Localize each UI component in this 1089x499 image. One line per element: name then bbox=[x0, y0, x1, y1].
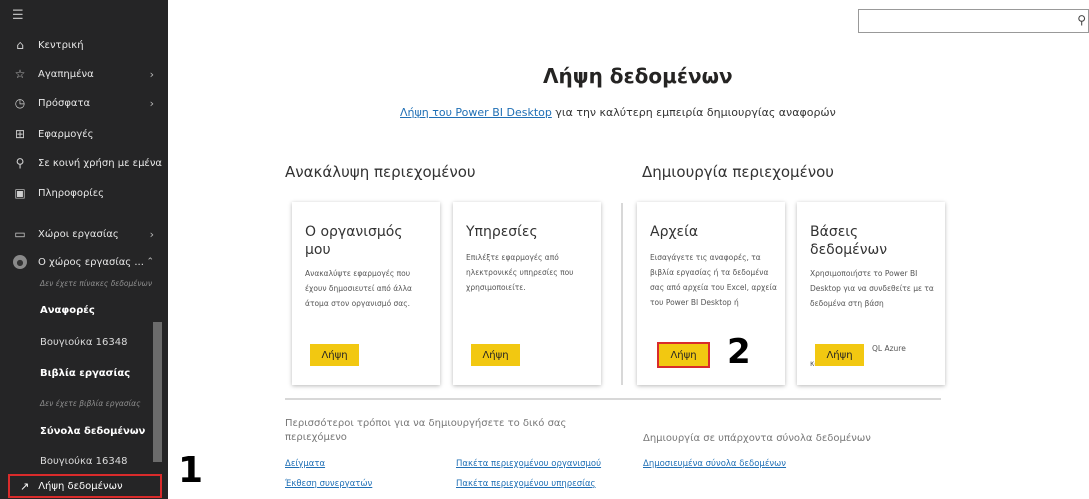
partner-showcase-link[interactable]: Έκθεση συνεργατών bbox=[285, 479, 372, 489]
more-ways-heading: Περισσότεροι τρόποι για να δημιουργήσετε… bbox=[285, 418, 567, 443]
sidebar-item-label: Εφαρμογές bbox=[38, 128, 94, 140]
report-item[interactable]: Βουγιούκα 16348 bbox=[40, 337, 127, 348]
sidebar-item-label: Πληροφορίες bbox=[38, 187, 104, 199]
sidebar-item-label: Αγαπημένα bbox=[38, 68, 94, 80]
sidebar-item-label: Κεντρική bbox=[38, 39, 84, 51]
get-button[interactable]: Λήψη bbox=[815, 344, 864, 366]
tile-my-organization[interactable]: Ο οργανισμός μου Ανακαλύψτε εφαρμογές πο… bbox=[292, 202, 440, 385]
sidebar-scrollbar[interactable] bbox=[153, 322, 162, 462]
sidebar-item-shared[interactable]: ⚲ Σε κοινή χρήση με εμένα bbox=[0, 150, 168, 176]
sidebar-item-label: Χώροι εργασίας bbox=[38, 228, 119, 240]
tile-description: Εισαγάγετε τις αναφορές, τα βιβλία εργασ… bbox=[650, 253, 777, 307]
datasets-header[interactable]: Σύνολα δεδομένων bbox=[40, 426, 145, 437]
subtitle-text: για την καλύτερη εμπειρία δημιουργίας αν… bbox=[551, 106, 836, 119]
tile-description: Επιλέξτε εφαρμογές από ηλεκτρονικές υπηρ… bbox=[466, 253, 574, 292]
chevron-up-icon: ⌃ bbox=[146, 257, 154, 267]
no-dashboards-note: Δεν έχετε πίνακες δεδομένων bbox=[40, 279, 153, 288]
shared-icon: ⚲ bbox=[15, 156, 25, 170]
section-divider bbox=[621, 203, 623, 385]
published-datasets-link[interactable]: Δημοσιευμένα σύνολα δεδομένων bbox=[643, 459, 786, 469]
tile-services[interactable]: Υπηρεσίες Επιλέξτε εφαρμογές από ηλεκτρο… bbox=[453, 202, 601, 385]
chevron-right-icon: › bbox=[149, 227, 154, 241]
tile-description: Χρησιμοποιήστε το Power BI Desktop για ν… bbox=[810, 269, 934, 308]
workspaces-icon: ▭ bbox=[14, 227, 26, 241]
subtitle: Λήψη του Power BI Desktop για την καλύτε… bbox=[400, 106, 836, 119]
sidebar-item-my-workspace[interactable]: ● Ο χώρος εργασίας ... ⌃ bbox=[0, 249, 168, 275]
chevron-right-icon: › bbox=[149, 96, 154, 110]
tile-title: Υπηρεσίες bbox=[466, 224, 538, 240]
sidebar-item-favorites[interactable]: ☆ Αγαπημένα › bbox=[0, 61, 168, 87]
reports-header[interactable]: Αναφορές bbox=[40, 305, 95, 316]
sidebar-item-apps[interactable]: ⊞ Εφαρμογές bbox=[0, 121, 168, 147]
samples-link[interactable]: Δείγματα bbox=[285, 459, 325, 469]
tile-title: Ο οργανισμός μου bbox=[305, 224, 403, 258]
tile-databases[interactable]: Βάσεις δεδομένων Χρησιμοποιήστε το Power… bbox=[797, 202, 945, 385]
existing-datasets-heading: Δημιουργία σε υπάρχοντα σύνολα δεδομένων bbox=[643, 433, 871, 444]
step-number-1: 1 bbox=[178, 450, 204, 491]
section-separator bbox=[285, 398, 941, 400]
star-icon: ☆ bbox=[14, 67, 26, 81]
service-content-packs-link[interactable]: Πακέτα περιεχομένου υπηρεσίας bbox=[456, 479, 596, 489]
apps-icon: ⊞ bbox=[14, 127, 26, 141]
tile-description: Ανακαλύψτε εφαρμογές που έχουν δημοσιευτ… bbox=[305, 269, 412, 308]
tile-description-tail: QL Azure bbox=[872, 344, 906, 353]
book-icon: ▣ bbox=[14, 186, 26, 200]
workbooks-header[interactable]: Βιβλία εργασίας bbox=[40, 368, 130, 379]
hamburger-menu-icon[interactable]: ☰ bbox=[12, 8, 24, 23]
tile-title: Αρχεία bbox=[650, 224, 699, 240]
sidebar-item-label: Σε κοινή χρήση με εμένα bbox=[38, 157, 163, 169]
search-input[interactable]: ⚲ bbox=[858, 9, 1089, 33]
org-content-packs-link[interactable]: Πακέτα περιεχομένου οργανισμού bbox=[456, 459, 601, 469]
dataset-item[interactable]: Βουγιούκα 16348 bbox=[40, 456, 127, 467]
no-workbooks-note: Δεν έχετε βιβλία εργασίας bbox=[40, 399, 141, 408]
home-icon: ⌂ bbox=[16, 38, 24, 52]
desktop-download-link[interactable]: Λήψη του Power BI Desktop bbox=[400, 106, 552, 119]
create-heading: Δημιουργία περιεχομένου bbox=[642, 163, 834, 181]
page-title: Λήψη δεδομένων bbox=[543, 64, 733, 88]
step-number-2: 2 bbox=[727, 332, 751, 372]
discover-heading: Ανακάλυψη περιεχομένου bbox=[285, 163, 476, 181]
get-data-button[interactable]: ↗ Λήψη δεδομένων bbox=[8, 474, 162, 498]
sidebar: ☰ ⌂ Κεντρική ☆ Αγαπημένα › ◷ Πρόσφατα › … bbox=[0, 0, 168, 499]
get-button[interactable]: Λήψη bbox=[471, 344, 520, 366]
tile-files[interactable]: Αρχεία Εισαγάγετε τις αναφορές, τα βιβλί… bbox=[637, 202, 785, 385]
clock-icon: ◷ bbox=[14, 96, 26, 110]
sidebar-item-home[interactable]: ⌂ Κεντρική bbox=[0, 32, 168, 58]
search-icon: ⚲ bbox=[1077, 13, 1086, 27]
sidebar-item-workspaces[interactable]: ▭ Χώροι εργασίας › bbox=[0, 221, 168, 247]
sidebar-item-label: Πρόσφατα bbox=[38, 97, 91, 109]
get-data-label: Λήψη δεδομένων bbox=[38, 480, 123, 492]
get-button[interactable]: Λήψη bbox=[657, 342, 710, 368]
sidebar-item-learn[interactable]: ▣ Πληροφορίες bbox=[0, 180, 168, 206]
get-button[interactable]: Λήψη bbox=[310, 344, 359, 366]
arrow-up-right-icon: ↗ bbox=[20, 479, 30, 493]
sidebar-item-label: Ο χώρος εργασίας ... bbox=[38, 256, 144, 268]
chevron-right-icon: › bbox=[149, 67, 154, 81]
avatar: ● bbox=[13, 255, 27, 269]
sidebar-item-recent[interactable]: ◷ Πρόσφατα › bbox=[0, 90, 168, 116]
tile-title: Βάσεις δεδομένων bbox=[810, 224, 888, 258]
